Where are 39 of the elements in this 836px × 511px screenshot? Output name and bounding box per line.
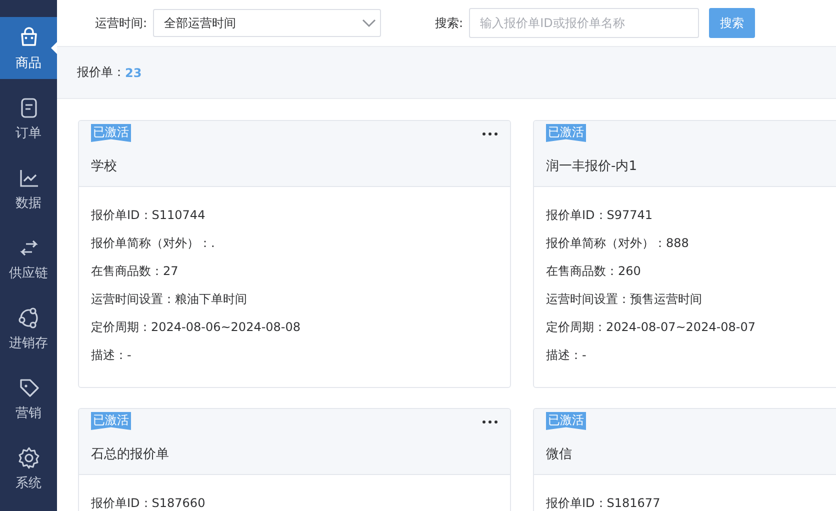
card-field: 报价单简称（对外）：888	[546, 229, 836, 257]
card-title: 学校	[91, 158, 118, 175]
card-field: 在售商品数：260	[546, 257, 836, 285]
sidebar-item[interactable]: 营销	[0, 367, 57, 429]
field-label: 运营时间:	[95, 14, 148, 32]
card-field: 定价周期：2024-08-07~2024-08-07	[546, 313, 836, 341]
more-icon[interactable]	[482, 420, 498, 424]
search-field[interactable]: 输入报价单ID或报价单名称	[469, 8, 700, 38]
sidebar-item[interactable]: 系统	[0, 437, 57, 499]
count-label: 报价单：	[77, 64, 125, 81]
card-field: 报价单ID：S187660	[91, 489, 498, 511]
sidebar-item[interactable]: 进销存	[0, 297, 57, 359]
status-badge: 已激活	[546, 124, 586, 142]
field-label: 搜索:	[435, 14, 464, 32]
sidebar-item[interactable]: 供应链	[0, 227, 57, 289]
card-field: 定价周期：2024-08-06~2024-08-08	[91, 313, 498, 341]
card-field: 报价单ID：S97741	[546, 201, 836, 229]
card-field: 运营时间设置：粮油下单时间	[91, 285, 498, 313]
status-badge: 已激活	[91, 124, 131, 142]
card-field: 报价单ID：S110744	[91, 201, 498, 229]
card-title: 石总的报价单	[91, 446, 170, 463]
card-title: 润一丰报价-内1	[546, 158, 638, 175]
sidebar-item[interactable]: 商品	[0, 17, 57, 79]
more-icon[interactable]	[482, 132, 498, 136]
sidebar-item[interactable]: 订单	[0, 87, 57, 149]
chevron-down-icon	[362, 18, 376, 28]
card-field: 报价单ID：S181677	[546, 489, 836, 511]
status-badge: 已激活	[546, 412, 586, 430]
card-field: 在售商品数：27	[91, 257, 498, 285]
status-badge: 已激活	[91, 412, 131, 430]
card-field: 报价单简称（对外）：.	[91, 229, 498, 257]
card-field: 描述：-	[91, 341, 498, 369]
card-field: 运营时间设置：预售运营时间	[546, 285, 836, 313]
card-field: 描述：-	[546, 341, 836, 369]
card-title: 微信	[546, 446, 573, 463]
count-value: 23	[125, 66, 142, 80]
sidebar-item[interactable]: 数据	[0, 157, 57, 219]
gear-icon	[16, 444, 42, 470]
time-dropdown[interactable]: 全部运营时间	[153, 9, 382, 37]
